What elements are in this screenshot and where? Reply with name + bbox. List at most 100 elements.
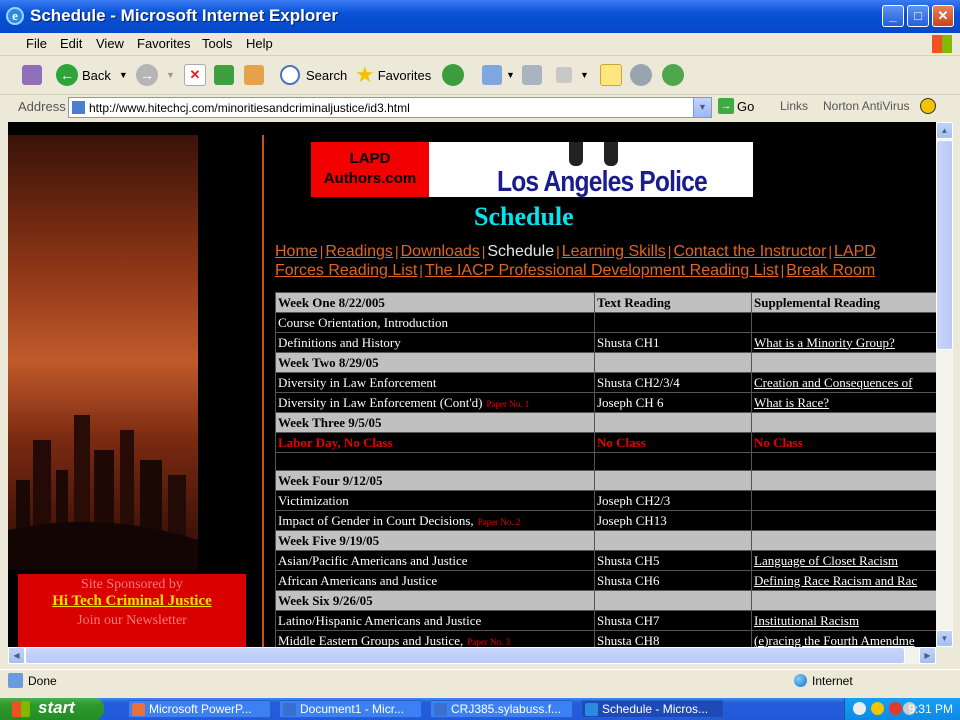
cell-text: Week Two 8/29/05	[278, 354, 379, 370]
maximize-button[interactable]: □	[907, 5, 929, 27]
norton-antivirus-button[interactable]: Norton AntiVirus	[823, 99, 910, 113]
newsletter-link[interactable]: Join our Newsletter	[18, 613, 246, 629]
task-word-syllabus[interactable]: CRJ385.sylabuss.f...	[430, 700, 573, 718]
vertical-scrollbar[interactable]: ▲ ▼	[936, 122, 953, 647]
nav-readings[interactable]: Readings	[325, 243, 393, 260]
sponsor-link[interactable]: Hi Tech Criminal Justice	[18, 593, 246, 610]
tools-icon[interactable]	[22, 62, 42, 88]
table-row: Diversity in Law Enforcement (Cont'd) Pap…	[275, 392, 936, 413]
forward-button[interactable]: → ▼	[136, 62, 175, 88]
nav-forces-reading-list[interactable]: Forces Reading List	[275, 262, 417, 279]
task-powerpoint[interactable]: Microsoft PowerP...	[128, 700, 271, 718]
scroll-thumb[interactable]	[936, 140, 953, 350]
supplemental-cell[interactable]: Institutional Racism	[751, 610, 936, 631]
note-button[interactable]	[600, 62, 622, 88]
cell-text: Diversity in Law Enforcement (Cont'd)	[278, 394, 483, 410]
menu-favorites[interactable]: Favorites	[137, 36, 190, 51]
supplemental-cell[interactable]: What is a Minority Group?	[751, 332, 936, 353]
text-reading-cell	[594, 412, 752, 433]
supplemental-cell[interactable]: Language of Closet Racism	[751, 550, 936, 571]
stop-icon: ✕	[184, 64, 206, 86]
nav-learning-skills[interactable]: Learning Skills	[562, 243, 666, 260]
chevron-down-icon[interactable]: ▼	[166, 70, 175, 80]
scroll-left-icon[interactable]: ◀	[8, 647, 25, 664]
supplemental-cell[interactable]: (e)racing the Fourth Amendme	[751, 630, 936, 647]
print-button[interactable]	[522, 62, 542, 88]
security-tray-icon[interactable]	[889, 702, 902, 715]
task-word-document1[interactable]: Document1 - Micr...	[279, 700, 422, 718]
text-reading-cell	[594, 530, 752, 551]
history-button[interactable]	[442, 62, 464, 88]
menu-tools[interactable]: Tools	[202, 36, 232, 51]
supplemental-cell[interactable]: Creation and Consequences of	[751, 372, 936, 393]
supplemental-cell[interactable]: No Class	[751, 432, 936, 453]
cell-text: Week Six 9/26/05	[278, 592, 373, 608]
lapd-authors-logo[interactable]: LAPD Authors.com	[311, 142, 429, 197]
mail-button[interactable]: ▼	[482, 62, 515, 88]
print-icon	[522, 65, 542, 85]
cell-text: No Class	[597, 434, 646, 450]
nav-contact[interactable]: Contact the Instructor	[673, 243, 826, 260]
tray-chevron-icon[interactable]	[853, 702, 866, 715]
search-icon	[280, 65, 300, 85]
cell-text: Victimization	[278, 492, 349, 508]
menu-file[interactable]: File	[26, 36, 47, 51]
nav-iacp-reading-list[interactable]: The IACP Professional Development Readin…	[425, 262, 779, 279]
topic-cell: Week Two 8/29/05	[275, 352, 595, 373]
menu-view[interactable]: View	[96, 36, 124, 51]
address-input[interactable]: http://www.hitechcj.com/minoritiesandcri…	[68, 97, 712, 118]
clock: 9:31 PM	[908, 702, 953, 716]
discuss-icon	[630, 64, 652, 86]
start-button[interactable]: start	[0, 698, 104, 720]
topic-cell: Victimization	[275, 490, 595, 511]
refresh-button[interactable]	[214, 62, 234, 88]
close-button[interactable]: ✕	[932, 5, 954, 27]
discuss-button[interactable]	[630, 62, 652, 88]
task-label: Microsoft PowerP...	[149, 702, 252, 716]
nav-break-room[interactable]: Break Room	[786, 262, 875, 279]
hscroll-thumb[interactable]	[25, 647, 905, 664]
scroll-right-icon[interactable]: ▶	[919, 647, 936, 664]
nav-home[interactable]: Home	[275, 243, 318, 260]
week-row: Week Five 9/19/05	[275, 530, 936, 551]
los-angeles-police-banner[interactable]: Los Angeles Police	[429, 142, 753, 197]
supplemental-cell	[751, 312, 936, 333]
search-button[interactable]: Search	[280, 62, 347, 88]
menu-edit[interactable]: Edit	[60, 36, 82, 51]
scroll-up-icon[interactable]: ▲	[936, 122, 953, 139]
links-button[interactable]: Links	[780, 99, 808, 113]
table-row: African Americans and Justice Shusta CH6 D…	[275, 570, 936, 591]
topic-cell: Labor Day, No Class	[275, 432, 595, 453]
topic-cell: African Americans and Justice	[275, 570, 595, 591]
status-bar: Done Internet	[0, 669, 960, 692]
cell-text: Institutional Racism	[754, 612, 860, 628]
address-dropdown-icon[interactable]: ▼	[693, 98, 711, 117]
norton-tray-icon[interactable]	[871, 702, 884, 715]
chevron-down-icon[interactable]: ▼	[119, 70, 128, 80]
back-button[interactable]: ← Back ▼	[56, 62, 128, 88]
go-button[interactable]: → Go	[718, 98, 754, 114]
page-done-icon	[8, 673, 23, 688]
scroll-down-icon[interactable]: ▼	[936, 630, 953, 647]
minimize-button[interactable]: _	[882, 5, 904, 27]
supplemental-cell[interactable]: What is Race?	[751, 392, 936, 413]
favorites-button[interactable]: ★ Favorites	[355, 62, 431, 88]
page-viewport: Site Sponsored by Hi Tech Criminal Justi…	[8, 122, 936, 647]
home-button[interactable]	[244, 62, 264, 88]
messenger-button[interactable]	[662, 62, 684, 88]
menu-bar: File Edit View Favorites Tools Help	[0, 33, 960, 56]
text-reading-cell: Joseph CH 6	[594, 392, 752, 413]
divider	[262, 135, 264, 647]
header-text-reading: Text Reading	[594, 292, 752, 313]
nav-lapd[interactable]: LAPD	[834, 243, 876, 260]
chevron-down-icon[interactable]: ▼	[506, 70, 515, 80]
stop-button[interactable]: ✕	[184, 62, 206, 88]
nav-downloads[interactable]: Downloads	[401, 243, 480, 260]
chevron-down-icon[interactable]: ▼	[580, 70, 589, 80]
task-ie-schedule[interactable]: Schedule - Micros...	[581, 700, 724, 718]
edit-button[interactable]: ▼	[556, 62, 589, 88]
norton-icon[interactable]	[920, 98, 936, 114]
menu-help[interactable]: Help	[246, 36, 273, 51]
horizontal-scrollbar[interactable]: ◀ ▶	[8, 647, 936, 664]
supplemental-cell[interactable]: Defining Race Racism and Rac	[751, 570, 936, 591]
